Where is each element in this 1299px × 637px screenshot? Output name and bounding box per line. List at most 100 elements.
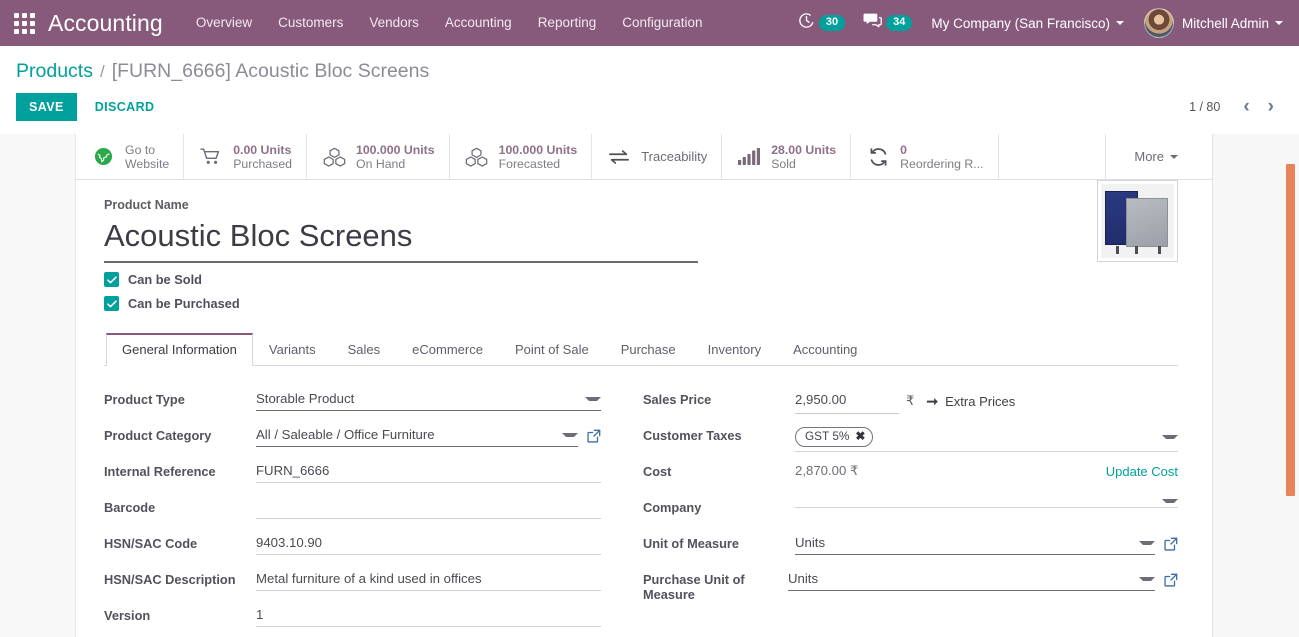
internal-reference-input[interactable] bbox=[256, 463, 601, 478]
menu-item-accounting[interactable]: Accounting bbox=[432, 0, 525, 46]
bar-chart-icon bbox=[736, 148, 762, 165]
version-wrap bbox=[256, 604, 601, 627]
product-image[interactable] bbox=[1097, 180, 1178, 262]
breadcrumb: Products / [FURN_6666] Acoustic Bloc Scr… bbox=[16, 46, 1283, 87]
can-be-purchased-label[interactable]: Can be Purchased bbox=[128, 296, 240, 311]
company-switcher[interactable]: My Company (San Francisco) bbox=[921, 16, 1134, 31]
product-name-label: Product Name bbox=[104, 198, 189, 212]
pager-next-button[interactable]: › bbox=[1259, 97, 1283, 116]
app-brand-title[interactable]: Accounting bbox=[48, 10, 163, 37]
messages-count-badge: 34 bbox=[886, 15, 913, 31]
panel-leg bbox=[1157, 246, 1161, 255]
can-be-sold-checkbox[interactable] bbox=[104, 272, 119, 287]
stat-text: 100.000 Units On Hand bbox=[356, 143, 435, 171]
chat-bubble-icon bbox=[863, 12, 883, 34]
form-column-left: Product Type Storable Product Product Ca… bbox=[104, 388, 641, 637]
hsn-sac-description-label: HSN/SAC Description bbox=[104, 572, 236, 587]
chevron-down-icon bbox=[1275, 21, 1283, 25]
product-type-label: Product Type bbox=[104, 392, 185, 407]
tab-inventory[interactable]: Inventory bbox=[692, 333, 777, 366]
remove-tag-icon[interactable]: ✖ bbox=[855, 429, 865, 444]
menu-item-reporting[interactable]: Reporting bbox=[525, 0, 610, 46]
user-menu[interactable]: Mitchell Admin bbox=[1134, 8, 1289, 38]
unit-of-measure-label: Unit of Measure bbox=[643, 536, 739, 551]
product-type-select[interactable]: Storable Product bbox=[256, 388, 601, 411]
chevron-down-icon bbox=[585, 396, 601, 401]
field-sales-price: Sales Price ₹ ➞ Extra Prices bbox=[643, 388, 1178, 416]
tab-variants[interactable]: Variants bbox=[253, 333, 332, 366]
field-company: Company bbox=[643, 496, 1178, 524]
can-be-purchased-checkbox[interactable] bbox=[104, 296, 119, 311]
stat-button-go-to-website[interactable]: Go to Website bbox=[76, 134, 185, 179]
menu-item-customers[interactable]: Customers bbox=[265, 0, 356, 46]
field-customer-taxes: Customer Taxes GST 5% ✖ bbox=[643, 424, 1178, 452]
stat-button-sold[interactable]: 28.00 Units Sold bbox=[722, 134, 852, 179]
tax-tag[interactable]: GST 5% ✖ bbox=[795, 427, 874, 447]
clock-activity-icon bbox=[798, 12, 815, 34]
messages-menu[interactable]: 34 bbox=[854, 12, 921, 34]
version-input[interactable] bbox=[256, 607, 601, 622]
discard-button[interactable]: DISCARD bbox=[83, 93, 167, 121]
stat-button-purchased[interactable]: 0.00 Units Purchased bbox=[184, 134, 307, 179]
field-barcode: Barcode bbox=[104, 496, 601, 524]
stat-text: Go to Website bbox=[125, 143, 169, 171]
barcode-input[interactable] bbox=[256, 499, 601, 514]
update-cost-button[interactable]: Update Cost bbox=[1106, 464, 1178, 479]
tab-ecommerce[interactable]: eCommerce bbox=[396, 333, 499, 366]
menu-item-vendors[interactable]: Vendors bbox=[356, 0, 432, 46]
hsn-sac-code-input[interactable] bbox=[256, 535, 601, 550]
tab-purchase[interactable]: Purchase bbox=[605, 333, 692, 366]
panel-leg bbox=[1134, 246, 1138, 255]
acoustic-panel-gray bbox=[1125, 198, 1169, 247]
form-body: Product Name Can be Sold Can be Purchase… bbox=[76, 180, 1212, 637]
field-hsn-sac-description: HSN/SAC Description bbox=[104, 568, 601, 596]
product-category-select[interactable]: All / Saleable / Office Furniture bbox=[256, 424, 578, 447]
barcode-wrap bbox=[256, 496, 601, 519]
main-menu: Overview Customers Vendors Accounting Re… bbox=[183, 0, 716, 46]
vertical-scrollbar-thumb[interactable] bbox=[1286, 164, 1295, 496]
menu-item-overview[interactable]: Overview bbox=[183, 0, 265, 46]
sales-price-input[interactable] bbox=[795, 392, 899, 407]
hsn-sac-code-wrap bbox=[256, 532, 601, 555]
pager-previous-button[interactable]: ‹ bbox=[1234, 97, 1258, 116]
tab-accounting[interactable]: Accounting bbox=[777, 333, 873, 366]
customer-taxes-select[interactable]: GST 5% ✖ bbox=[795, 424, 1178, 452]
product-name-input[interactable] bbox=[104, 214, 698, 263]
tab-general-information[interactable]: General Information bbox=[106, 333, 253, 366]
stat-label: Purchased bbox=[233, 156, 292, 171]
stat-button-traceability[interactable]: Traceability bbox=[592, 134, 723, 179]
menu-item-configuration[interactable]: Configuration bbox=[609, 0, 715, 46]
panel-leg bbox=[1115, 246, 1119, 255]
stat-value: 0 bbox=[900, 142, 907, 157]
activities-menu[interactable]: 30 bbox=[789, 12, 854, 34]
can-be-sold-label[interactable]: Can be Sold bbox=[128, 272, 202, 287]
unit-of-measure-select[interactable]: Units bbox=[795, 532, 1155, 555]
apps-menu-button[interactable] bbox=[0, 12, 48, 34]
stat-text: 0.00 Units Purchased bbox=[233, 143, 292, 171]
purchase-unit-of-measure-external-link-icon[interactable] bbox=[1164, 573, 1178, 587]
avatar bbox=[1143, 8, 1174, 38]
more-stat-buttons-dropdown[interactable]: More bbox=[1105, 134, 1212, 179]
boxes-icon bbox=[464, 147, 490, 167]
breadcrumb-products-link[interactable]: Products bbox=[16, 58, 93, 84]
unit-of-measure-external-link-icon[interactable] bbox=[1164, 537, 1178, 551]
tab-sales[interactable]: Sales bbox=[332, 333, 397, 366]
globe-icon bbox=[90, 147, 116, 166]
company-select[interactable] bbox=[795, 496, 1178, 508]
save-button[interactable]: SAVE bbox=[16, 93, 77, 121]
stat-text: 28.00 Units Sold bbox=[771, 143, 836, 171]
stat-button-on-hand[interactable]: 100.000 Units On Hand bbox=[307, 134, 450, 179]
chevron-down-icon bbox=[1139, 540, 1155, 545]
hsn-sac-description-input[interactable] bbox=[256, 571, 601, 586]
stat-button-reordering-rules[interactable]: 0 Reordering R... bbox=[851, 134, 999, 179]
company-label: Company bbox=[643, 500, 702, 515]
unit-of-measure-value: Units bbox=[795, 535, 826, 550]
stat-button-forecasted[interactable]: 100.000 Units Forecasted bbox=[450, 134, 593, 179]
purchase-unit-of-measure-select[interactable]: Units bbox=[788, 568, 1155, 591]
extra-prices-button[interactable]: ➞ Extra Prices bbox=[926, 393, 1015, 410]
grid-apps-icon bbox=[13, 12, 35, 34]
tab-point-of-sale[interactable]: Point of Sale bbox=[499, 333, 605, 366]
can-be-purchased-row: Can be Purchased bbox=[104, 296, 704, 311]
product-category-external-link-icon[interactable] bbox=[587, 429, 601, 443]
purchase-unit-of-measure-value: Units bbox=[788, 571, 819, 586]
